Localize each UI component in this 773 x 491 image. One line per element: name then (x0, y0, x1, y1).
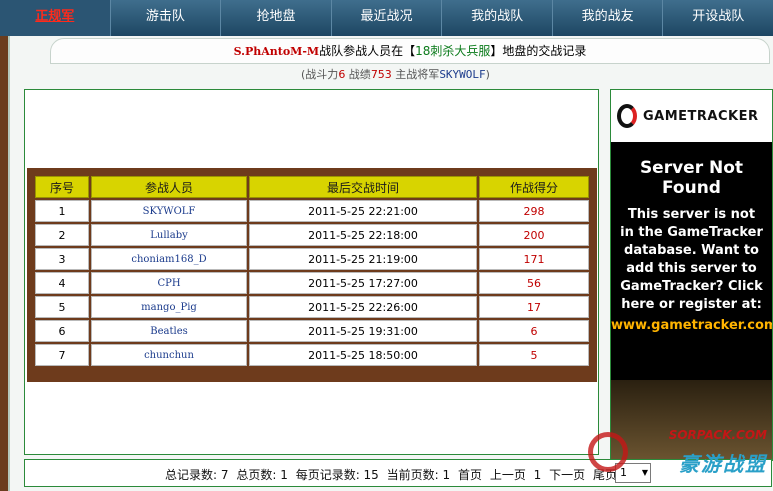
cell-index: 2 (35, 224, 89, 246)
table-row: 3 choniam168_D 2011-5-25 21:19:00 171 (35, 248, 589, 270)
cell-index: 4 (35, 272, 89, 294)
title-end-text: 】地盘的交战记录 (490, 44, 587, 58)
gametracker-header: GAMETRACKER (611, 90, 772, 142)
col-header-score: 作战得分 (479, 176, 589, 198)
table-header-row: 序号 参战人员 最后交战时间 作战得分 (35, 176, 589, 198)
watermark-cn: 豪游战盟 (679, 452, 767, 476)
ad-body: This server is not in the GameTracker da… (620, 207, 763, 312)
records-per-page: 每页记录数: 15 (295, 468, 379, 482)
cell-member-link[interactable]: choniam168_D (91, 248, 247, 270)
nav-item-create-team[interactable]: 开设战队 (663, 0, 773, 36)
main-frame: S.PhAntoM-M战队参战人员在【18刺杀大兵服】地盘的交战记录 (战斗力6… (8, 36, 773, 491)
next-page-link[interactable]: 下一页 (549, 468, 585, 482)
table-row: 2 Lullaby 2011-5-25 22:18:00 200 (35, 224, 589, 246)
current-page: 当前页数: 1 (386, 468, 451, 482)
nav-item-recent-battles[interactable]: 最近战况 (332, 0, 443, 36)
page-title: S.PhAntoM-M战队参战人员在【18刺杀大兵服】地盘的交战记录 (50, 38, 770, 64)
cell-score: 6 (479, 320, 589, 342)
stats-record-value: 753 (370, 68, 392, 81)
ad-title: Server Not Found (639, 158, 744, 198)
table-row: 1 SKYWOLF 2011-5-25 22:21:00 298 (35, 200, 589, 222)
cell-member-link[interactable]: chunchun (91, 344, 247, 366)
stats-general-value[interactable]: SKYWOLF (439, 68, 485, 81)
gametracker-logo-icon (617, 104, 637, 128)
gametracker-ad[interactable]: GAMETRACKER Server Not Found This server… (610, 89, 773, 461)
cell-time: 2011-5-25 22:21:00 (249, 200, 477, 222)
cell-time: 2011-5-25 18:50:00 (249, 344, 477, 366)
cell-time: 2011-5-25 17:27:00 (249, 272, 477, 294)
cell-score: 298 (479, 200, 589, 222)
stats-label-power: (战斗力 (301, 68, 339, 81)
watermark-ring-icon (588, 432, 628, 472)
table-row: 6 Beatles 2011-5-25 19:31:00 6 (35, 320, 589, 342)
server-name[interactable]: 18刺杀大兵服 (415, 44, 490, 58)
cell-index: 5 (35, 296, 89, 318)
cell-time: 2011-5-25 19:31:00 (249, 320, 477, 342)
prev-page-link[interactable]: 上一页 (490, 468, 526, 482)
cell-score: 17 (479, 296, 589, 318)
watermark-en: SORPACK.COM (668, 428, 767, 442)
records-panel: 序号 参战人员 最后交战时间 作战得分 1 SKYWOLF 2011-5-25 … (24, 89, 599, 455)
nav-item-regular-army[interactable]: 正规军 (0, 0, 111, 36)
ad-link[interactable]: www.gametracker.com (611, 318, 772, 333)
stats-close-paren: ) (485, 68, 490, 81)
cell-index: 1 (35, 200, 89, 222)
cell-member-link[interactable]: SKYWOLF (91, 200, 247, 222)
nav-item-my-comrades[interactable]: 我的战友 (553, 0, 664, 36)
stats-label-general: 主战将军 (391, 68, 440, 81)
cell-index: 3 (35, 248, 89, 270)
pagination: 总记录数: 7 总页数: 1 每页记录数: 15 当前页数: 1 首页 上一页 … (165, 466, 621, 483)
nav-item-territory[interactable]: 抢地盘 (221, 0, 332, 36)
cell-index: 6 (35, 320, 89, 342)
gametracker-brand: GAMETRACKER (643, 108, 759, 124)
col-header-index: 序号 (35, 176, 89, 198)
cell-time: 2011-5-25 21:19:00 (249, 248, 477, 270)
total-pages: 总页数: 1 (236, 468, 288, 482)
team-name[interactable]: S.PhAntoM-M (234, 45, 320, 58)
watermark-logo: SORPACK.COM 豪游战盟 (582, 424, 773, 491)
cell-member-link[interactable]: mango_Pig (91, 296, 247, 318)
stats-label-record: 战绩 (345, 68, 371, 81)
table-row: 5 mango_Pig 2011-5-25 22:26:00 17 (35, 296, 589, 318)
page-number-link[interactable]: 1 (534, 468, 542, 482)
table-row: 7 chunchun 2011-5-25 18:50:00 5 (35, 344, 589, 366)
col-header-last-time: 最后交战时间 (249, 176, 477, 198)
team-stats: (战斗力6 战绩753 主战将军SKYWOLF) (18, 66, 773, 82)
cell-member-link[interactable]: Lullaby (91, 224, 247, 246)
records-table-wrap: 序号 参战人员 最后交战时间 作战得分 1 SKYWOLF 2011-5-25 … (27, 168, 597, 382)
table-row: 4 CPH 2011-5-25 17:27:00 56 (35, 272, 589, 294)
battle-records-table: 序号 参战人员 最后交战时间 作战得分 1 SKYWOLF 2011-5-25 … (33, 174, 591, 368)
col-header-member: 参战人员 (91, 176, 247, 198)
cell-score: 56 (479, 272, 589, 294)
title-mid-text: 战队参战人员在【 (319, 44, 416, 58)
cell-score: 200 (479, 224, 589, 246)
cell-time: 2011-5-25 22:18:00 (249, 224, 477, 246)
cell-member-link[interactable]: CPH (91, 272, 247, 294)
nav-item-my-team[interactable]: 我的战队 (442, 0, 553, 36)
cell-member-link[interactable]: Beatles (91, 320, 247, 342)
cell-score: 171 (479, 248, 589, 270)
cell-index: 7 (35, 344, 89, 366)
nav-item-guerrilla[interactable]: 游击队 (111, 0, 222, 36)
top-nav: 正规军 游击队 抢地盘 最近战况 我的战队 我的战友 开设战队 (0, 0, 773, 36)
total-records: 总记录数: 7 (165, 468, 229, 482)
cell-time: 2011-5-25 22:26:00 (249, 296, 477, 318)
cell-score: 5 (479, 344, 589, 366)
first-page-link[interactable]: 首页 (458, 468, 482, 482)
